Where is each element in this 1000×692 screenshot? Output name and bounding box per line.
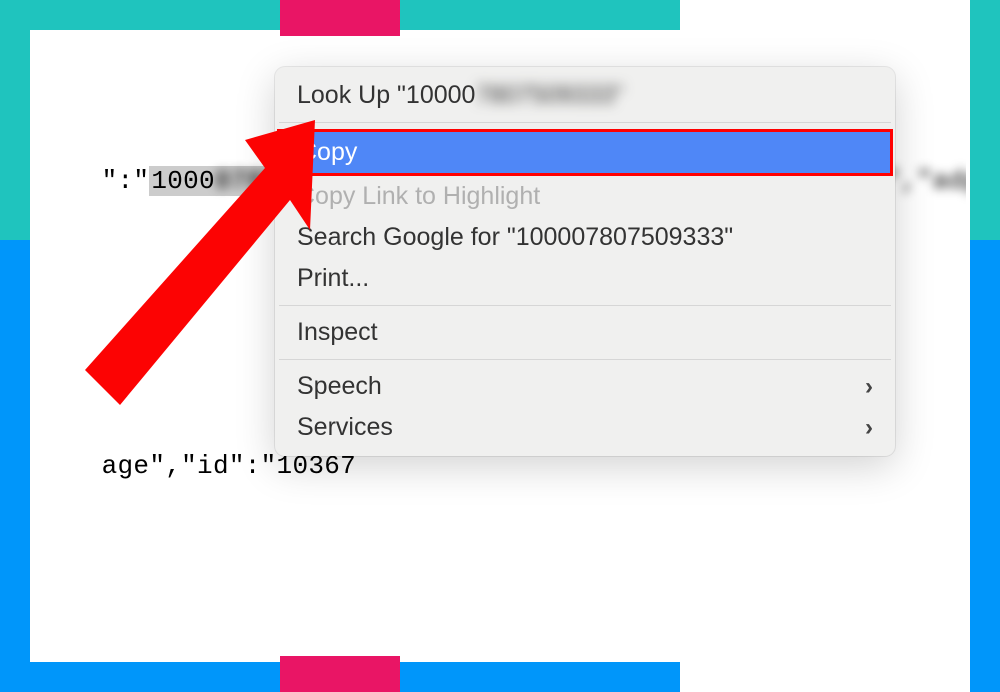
menu-item-speech[interactable]: Speech › — [275, 366, 895, 407]
border-segment — [400, 662, 680, 692]
menu-item-search[interactable]: Search Google for "100007807509333" — [275, 217, 895, 258]
menu-label: Look Up "100007807509333" — [297, 81, 623, 110]
menu-label: Copy Link to Highlight — [297, 182, 540, 211]
menu-divider — [279, 305, 891, 306]
menu-label: Services — [297, 413, 393, 442]
menu-label: Speech — [297, 372, 382, 401]
border-segment — [0, 240, 30, 692]
border-segment — [0, 0, 30, 240]
context-menu: Look Up "100007807509333" Copy Copy Link… — [275, 67, 895, 456]
menu-label: Print... — [297, 264, 369, 293]
border-segment — [0, 0, 280, 30]
code-text: ":" — [102, 166, 150, 196]
menu-item-copy[interactable]: Copy — [277, 129, 893, 176]
menu-item-inspect[interactable]: Inspect — [275, 312, 895, 353]
chevron-right-icon: › — [865, 373, 873, 401]
border-segment — [0, 662, 280, 692]
border-segment — [280, 0, 400, 36]
menu-divider — [279, 359, 891, 360]
menu-item-copy-link: Copy Link to Highlight — [275, 176, 895, 217]
menu-item-services[interactable]: Services › — [275, 407, 895, 448]
menu-label: Search Google for "100007807509333" — [297, 223, 733, 252]
menu-item-print[interactable]: Print... — [275, 258, 895, 299]
border-segment — [280, 656, 400, 692]
border-segment — [400, 0, 680, 30]
menu-item-lookup[interactable]: Look Up "100007807509333" — [275, 75, 895, 116]
menu-label: Inspect — [297, 318, 378, 347]
border-segment — [970, 0, 1000, 240]
chevron-right-icon: › — [865, 414, 873, 442]
menu-divider — [279, 122, 891, 123]
border-segment — [970, 240, 1000, 692]
menu-label: Copy — [299, 138, 357, 167]
